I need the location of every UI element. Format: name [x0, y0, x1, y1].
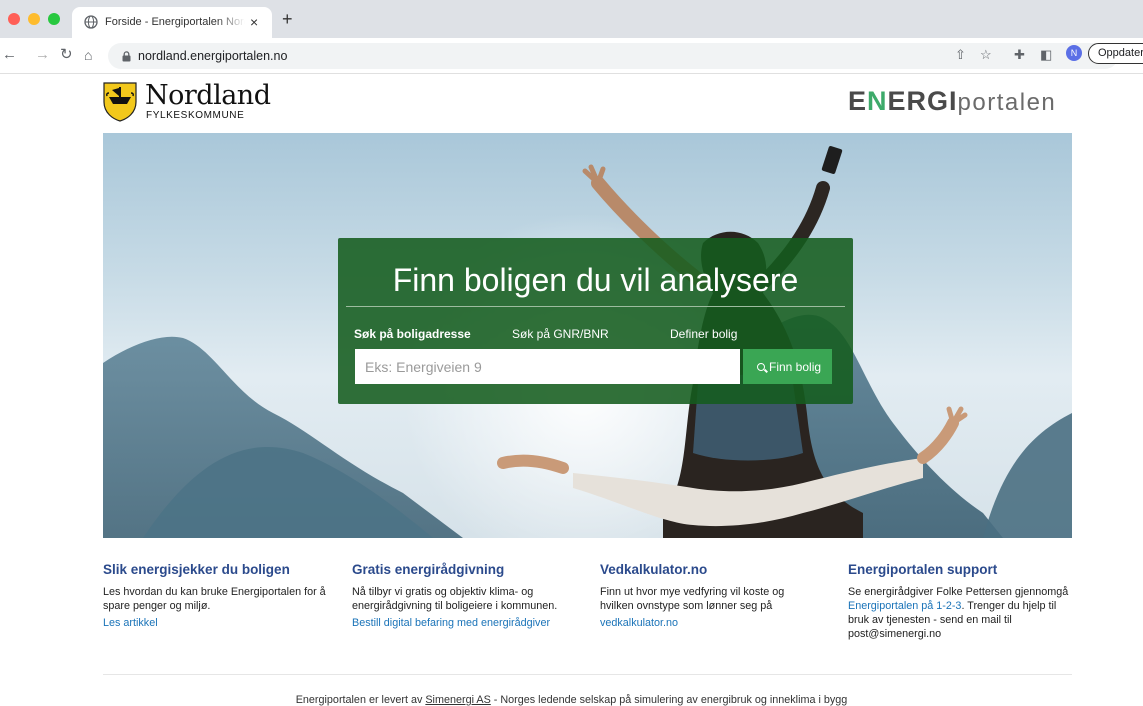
browser-toolbar: ← → ↻ ⌂ nordland.energiportalen.no ⇧ ☆ ✚… — [0, 38, 1143, 74]
bookmark-star-icon[interactable]: ☆ — [980, 46, 992, 64]
extensions-puzzle-icon[interactable]: ✚ — [1014, 46, 1025, 64]
info-column-vedkalkulator: Vedkalkulator.no Finn ut hvor mye vedfyr… — [600, 562, 815, 631]
tab-close-icon[interactable]: × — [250, 14, 258, 30]
logo-part-ergi: ERGI — [887, 86, 958, 116]
tab-define-home[interactable]: Definer bolig — [670, 327, 737, 341]
footer-divider — [103, 674, 1072, 675]
energiportalen-123-link[interactable]: Energiportalen på 1-2-3 — [848, 600, 961, 612]
vedkalkulator-link[interactable]: vedkalkulator.no — [600, 617, 678, 629]
energiportalen-logo[interactable]: ENERGIportalen — [848, 86, 1073, 118]
info-text: Nå tilbyr vi gratis og objektiv klima- o… — [352, 586, 558, 612]
back-arrow-icon[interactable]: ← — [2, 46, 17, 64]
footer-text: Energiportalen er levert av Simenergi AS… — [0, 694, 1143, 706]
info-title: Slik energisjekker du boligen — [103, 562, 290, 577]
forward-arrow-icon[interactable]: → — [35, 46, 50, 64]
update-button[interactable]: Oppdater — [1088, 43, 1143, 64]
info-text: Les hvordan du kan bruke Energiportalen … — [103, 586, 326, 612]
logo-part-n: N — [867, 86, 888, 116]
nordland-logo[interactable]: Nordland FYLKESKOMMUNE — [103, 80, 273, 124]
close-window-button[interactable] — [8, 13, 20, 25]
logo-part-e: E — [848, 86, 868, 116]
info-title: Gratis energirådgivning — [352, 562, 505, 577]
profile-avatar[interactable]: N — [1066, 45, 1082, 61]
share-icon[interactable]: ⇧ — [955, 46, 966, 64]
nordland-logo-name: Nordland — [145, 80, 271, 111]
search-icon — [757, 362, 765, 371]
search-panel: Finn boligen du vil analysere Søk på bol… — [338, 238, 853, 404]
info-title: Energiportalen support — [848, 562, 998, 577]
lock-icon — [122, 51, 131, 62]
coat-of-arms-icon — [103, 82, 137, 122]
read-article-link[interactable]: Les artikkel — [103, 617, 158, 629]
reload-icon[interactable]: ↻ — [60, 46, 73, 64]
simenergi-link[interactable]: Simenergi AS — [425, 694, 490, 706]
info-column-free-advice: Gratis energirådgivning Nå tilbyr vi gra… — [352, 562, 587, 631]
support-text-before: Se energirådgiver Folke Pettersen gjenno… — [848, 586, 1069, 598]
footer-text-before: Energiportalen er levert av — [295, 694, 423, 706]
info-text: Finn ut hvor mye vedfyring vil koste og … — [600, 586, 785, 612]
new-tab-button[interactable]: + — [282, 10, 293, 28]
maximize-window-button[interactable] — [48, 13, 60, 25]
tab-gnr-bnr-search[interactable]: Søk på GNR/BNR — [512, 327, 609, 341]
info-title: Vedkalkulator.no — [600, 562, 708, 577]
find-home-button-label: Finn bolig — [769, 359, 822, 374]
url-text: nordland.energiportalen.no — [138, 49, 288, 63]
search-panel-title: Finn boligen du vil analysere — [392, 262, 799, 298]
tab-title: Forside - Energiportalen Nordland — [105, 16, 245, 28]
minimize-window-button[interactable] — [28, 13, 40, 25]
footer-text-after: - Norges ledende selskap på simulering a… — [493, 694, 848, 706]
home-icon[interactable]: ⌂ — [84, 46, 92, 64]
info-column-support: Energiportalen support Se energirådgiver… — [848, 562, 1076, 641]
info-column-energy-check: Slik energisjekker du boligen Les hvorda… — [103, 562, 338, 631]
browser-tab-bar: Forside - Energiportalen Nordland × + — [0, 0, 1143, 38]
find-home-button[interactable]: Finn bolig — [743, 349, 832, 384]
address-bar[interactable]: nordland.energiportalen.no — [108, 43, 1118, 69]
browser-tab[interactable]: Forside - Energiportalen Nordland × — [72, 7, 272, 38]
logo-part-portalen: portalen — [957, 89, 1057, 116]
tab-address-search[interactable]: Søk på boligadresse — [354, 327, 471, 341]
info-text: Se energirådgiver Folke Pettersen gjenno… — [848, 585, 1076, 641]
address-search-input[interactable] — [355, 349, 740, 384]
order-inspection-link[interactable]: Bestill digital befaring med energirådgi… — [352, 617, 550, 629]
sidepanel-icon[interactable]: ◧ — [1040, 46, 1052, 64]
search-panel-divider — [346, 306, 845, 307]
globe-icon — [84, 15, 98, 29]
nordland-logo-subtitle: FYLKESKOMMUNE — [146, 110, 245, 121]
